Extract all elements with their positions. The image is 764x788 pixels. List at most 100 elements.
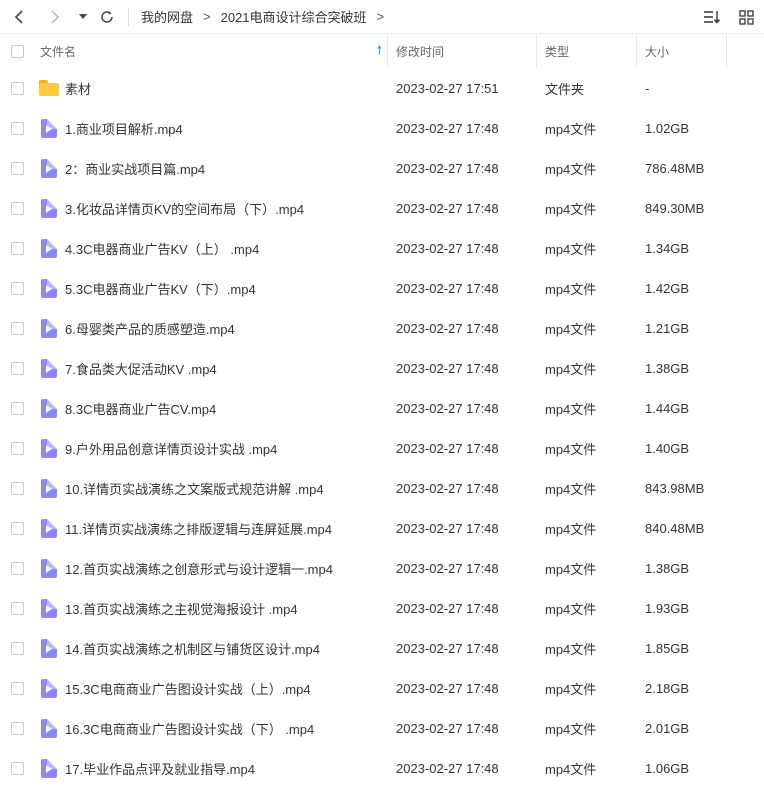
row-checkbox[interactable] <box>10 481 24 495</box>
file-name[interactable]: 5.3C电器商业广告KV（下）.mp4 <box>64 279 388 298</box>
file-row[interactable]: 17.毕业作品点评及就业指导.mp4 2023-02-27 17:48 mp4文件 1… <box>0 748 764 788</box>
row-checkbox[interactable] <box>10 721 24 735</box>
file-row[interactable]: 14.首页实战演练之机制区与铺货区设计.mp4 2023-02-27 17:48 m… <box>0 628 764 668</box>
sort-icon[interactable] <box>702 7 722 27</box>
row-checkbox[interactable] <box>10 281 24 295</box>
row-checkbox-cell <box>0 321 34 335</box>
row-checkbox-cell <box>0 721 34 735</box>
file-name[interactable]: 12.首页实战演练之创意形式与设计逻辑一.mp4 <box>64 559 388 578</box>
video-file-icon <box>41 678 57 698</box>
file-name[interactable]: 6.母婴类产品的质感塑造.mp4 <box>64 319 388 338</box>
file-row[interactable]: 16.3C电商商业广告图设计实战（下） .mp4 2023-02-27 17:48… <box>0 708 764 748</box>
video-file-icon <box>41 318 57 338</box>
breadcrumb-item-folder[interactable]: 2021电商设计综合突破班 <box>221 7 367 26</box>
column-header-size[interactable]: 大小 <box>637 34 727 68</box>
grid-view-icon[interactable] <box>736 7 756 27</box>
file-icon-cell <box>34 198 64 218</box>
file-modified-time: 2023-02-27 17:48 <box>396 280 499 296</box>
file-name[interactable]: 9.户外用品创意详情页设计实战 .mp4 <box>64 439 388 458</box>
row-checkbox[interactable] <box>10 521 24 535</box>
file-row[interactable]: 5.3C电器商业广告KV（下）.mp4 2023-02-27 17:48 mp4文件… <box>0 268 764 308</box>
file-name[interactable]: 2：商业实战项目篇.mp4 <box>64 159 388 178</box>
row-checkbox[interactable] <box>10 81 24 95</box>
file-row[interactable]: 6.母婴类产品的质感塑造.mp4 2023-02-27 17:48 mp4文件 1.2… <box>0 308 764 348</box>
file-row[interactable]: 素材 2023-02-27 17:51 文件夹 - <box>0 68 764 108</box>
file-row[interactable]: 2：商业实战项目篇.mp4 2023-02-27 17:48 mp4文件 786.48… <box>0 148 764 188</box>
file-name[interactable]: 10.详情页实战演练之文案版式规范讲解 .mp4 <box>64 479 388 498</box>
breadcrumb-item-root[interactable]: 我的网盘 <box>141 7 193 26</box>
file-type: 文件夹 <box>545 81 585 97</box>
file-modified-time: 2023-02-27 17:48 <box>396 360 499 376</box>
breadcrumb-separator: > <box>203 9 211 24</box>
history-dropdown-icon[interactable] <box>72 6 94 28</box>
file-modified-time: 2023-02-27 17:48 <box>396 160 499 176</box>
file-row[interactable]: 7.食品类大促活动KV .mp4 2023-02-27 17:48 mp4文件 1.3… <box>0 348 764 388</box>
file-type: mp4文件 <box>545 561 597 577</box>
row-checkbox[interactable] <box>10 681 24 695</box>
video-file-icon <box>41 358 57 378</box>
file-row[interactable]: 4.3C电器商业广告KV（上） .mp4 2023-02-27 17:48 mp4文… <box>0 228 764 268</box>
file-name[interactable]: 15.3C电商商业广告图设计实战（上）.mp4 <box>64 679 388 698</box>
file-name[interactable]: 1.商业项目解析.mp4 <box>64 119 388 138</box>
file-name[interactable]: 4.3C电器商业广告KV（上） .mp4 <box>64 239 388 258</box>
file-row[interactable]: 12.首页实战演练之创意形式与设计逻辑一.mp4 2023-02-27 17:48… <box>0 548 764 588</box>
refresh-icon[interactable] <box>96 6 118 28</box>
file-row[interactable]: 15.3C电商商业广告图设计实战（上）.mp4 2023-02-27 17:48 m… <box>0 668 764 708</box>
toolbar-divider <box>128 7 129 26</box>
column-header-type[interactable]: 类型 <box>537 34 637 68</box>
file-type: mp4文件 <box>545 121 597 137</box>
file-name[interactable]: 16.3C电商商业广告图设计实战（下） .mp4 <box>64 719 388 738</box>
file-name[interactable]: 17.毕业作品点评及就业指导.mp4 <box>64 759 388 778</box>
file-modified-time: 2023-02-27 17:48 <box>396 440 499 456</box>
row-checkbox[interactable] <box>10 761 24 775</box>
file-row[interactable]: 10.详情页实战演练之文案版式规范讲解 .mp4 2023-02-27 17:48… <box>0 468 764 508</box>
file-icon-cell <box>34 638 64 658</box>
video-file-icon <box>41 758 57 778</box>
file-name[interactable]: 14.首页实战演练之机制区与铺货区设计.mp4 <box>64 639 388 658</box>
file-size: 1.02GB <box>645 120 690 136</box>
file-name[interactable]: 8.3C电器商业广告CV.mp4 <box>64 399 388 418</box>
file-modified-time: 2023-02-27 17:48 <box>396 400 499 416</box>
row-checkbox[interactable] <box>10 641 24 655</box>
select-all-checkbox[interactable] <box>10 44 24 58</box>
file-row[interactable]: 9.户外用品创意详情页设计实战 .mp4 2023-02-27 17:48 mp4文… <box>0 428 764 468</box>
file-name[interactable]: 素材 <box>64 79 388 98</box>
file-type: mp4文件 <box>545 361 597 377</box>
row-checkbox[interactable] <box>10 321 24 335</box>
file-type: mp4文件 <box>545 641 597 657</box>
row-checkbox[interactable] <box>10 361 24 375</box>
column-header-modified[interactable]: 修改时间 <box>388 34 537 68</box>
file-row[interactable]: 8.3C电器商业广告CV.mp4 2023-02-27 17:48 mp4文件 1.4… <box>0 388 764 428</box>
file-row[interactable]: 3.化妆品详情页KV的空间布局（下）.mp4 2023-02-27 17:48 mp… <box>0 188 764 228</box>
file-row[interactable]: 13.首页实战演练之主视觉海报设计 .mp4 2023-02-27 17:48 mp… <box>0 588 764 628</box>
file-row[interactable]: 1.商业项目解析.mp4 2023-02-27 17:48 mp4文件 1.02GB <box>0 108 764 148</box>
file-name[interactable]: 3.化妆品详情页KV的空间布局（下）.mp4 <box>64 199 388 218</box>
row-checkbox[interactable] <box>10 121 24 135</box>
forward-arrow-icon[interactable] <box>44 6 66 28</box>
file-type: mp4文件 <box>545 681 597 697</box>
file-name[interactable]: 13.首页实战演练之主视觉海报设计 .mp4 <box>64 599 388 618</box>
file-size: 1.85GB <box>645 640 690 656</box>
file-modified-time: 2023-02-27 17:48 <box>396 320 499 336</box>
file-size: 2.01GB <box>645 720 690 736</box>
row-checkbox[interactable] <box>10 441 24 455</box>
row-checkbox-cell <box>0 441 34 455</box>
video-file-icon <box>41 118 57 138</box>
file-row[interactable]: 11.详情页实战演练之排版逻辑与连屏延展.mp4 2023-02-27 17:48… <box>0 508 764 548</box>
file-size: 1.40GB <box>645 440 690 456</box>
row-checkbox-cell <box>0 641 34 655</box>
row-checkbox[interactable] <box>10 401 24 415</box>
row-checkbox[interactable] <box>10 201 24 215</box>
file-name[interactable]: 11.详情页实战演练之排版逻辑与连屏延展.mp4 <box>64 519 388 538</box>
back-arrow-icon[interactable] <box>8 6 30 28</box>
row-checkbox[interactable] <box>10 561 24 575</box>
file-icon-cell <box>34 718 64 738</box>
sort-ascending-icon: 🠕 <box>376 42 382 57</box>
row-checkbox[interactable] <box>10 601 24 615</box>
row-checkbox[interactable] <box>10 241 24 255</box>
file-type: mp4文件 <box>545 241 597 257</box>
file-name[interactable]: 7.食品类大促活动KV .mp4 <box>64 359 388 378</box>
row-checkbox[interactable] <box>10 161 24 175</box>
column-header-name[interactable]: 文件名 🠕 <box>34 34 388 68</box>
video-file-icon <box>41 558 57 578</box>
